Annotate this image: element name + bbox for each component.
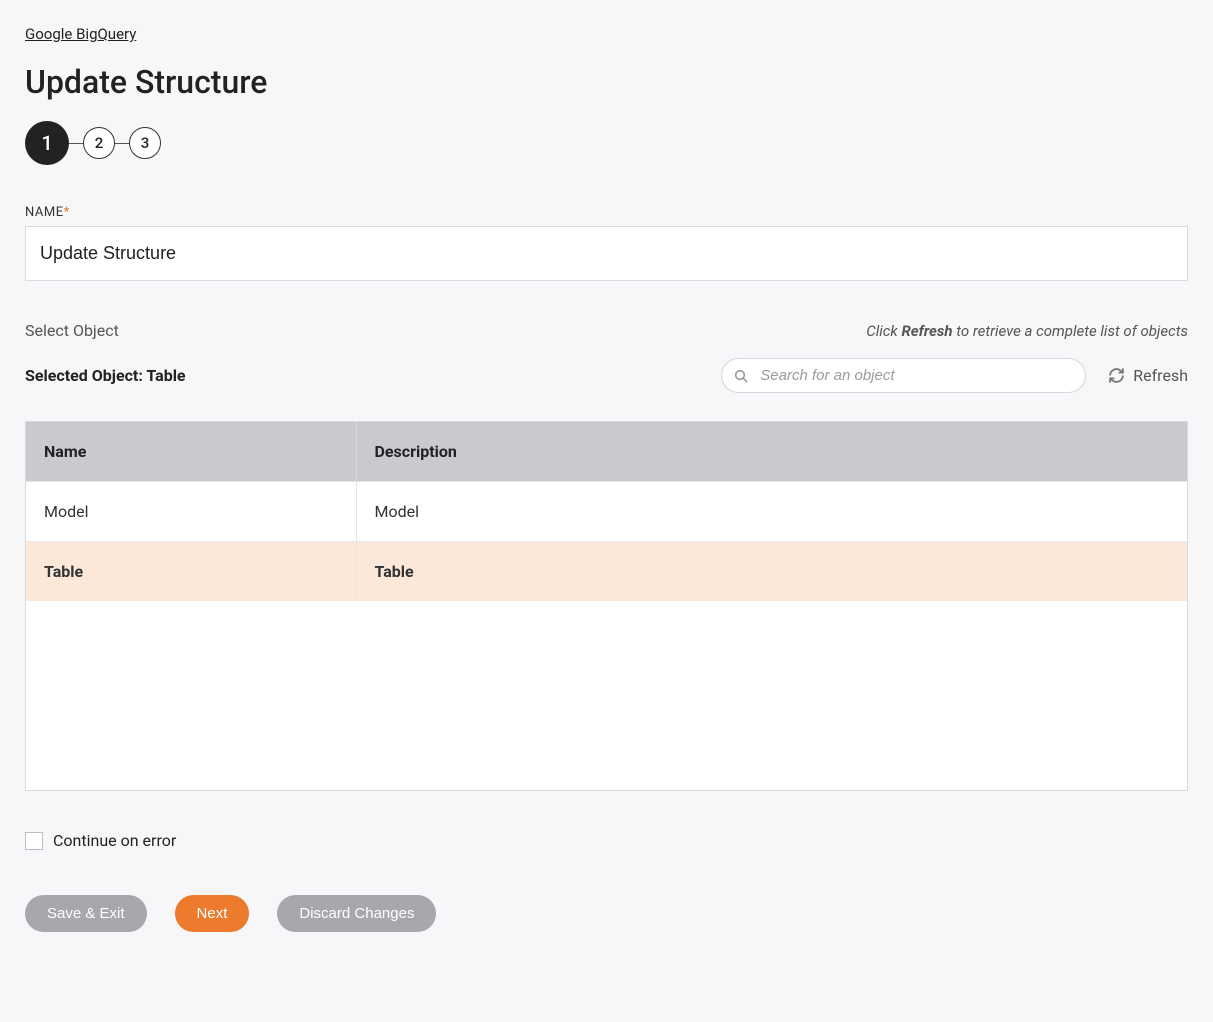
refresh-icon	[1108, 367, 1125, 384]
name-input[interactable]	[25, 226, 1188, 281]
discard-changes-button[interactable]: Discard Changes	[277, 895, 436, 932]
step-1[interactable]: 1	[25, 121, 69, 165]
continue-on-error-label: Continue on error	[53, 831, 176, 850]
save-exit-button[interactable]: Save & Exit	[25, 895, 147, 932]
table-cell-description: Model	[356, 482, 1187, 542]
table-cell-description: Table	[356, 542, 1187, 602]
search-input[interactable]	[721, 358, 1086, 393]
breadcrumb-link[interactable]: Google BigQuery	[25, 25, 136, 43]
name-field-label: NAME*	[25, 205, 1188, 220]
table-header-description[interactable]: Description	[356, 422, 1187, 482]
table-cell-name: Table	[26, 542, 356, 602]
selected-object-label: Selected Object: Table	[25, 366, 186, 385]
select-object-label: Select Object	[25, 321, 119, 340]
search-icon	[733, 368, 749, 384]
stepper: 1 2 3	[25, 121, 1188, 165]
step-connector	[69, 143, 83, 144]
object-table: Name Description Model Model Table Table	[25, 421, 1188, 791]
step-3[interactable]: 3	[129, 127, 161, 159]
table-row[interactable]: Table Table	[26, 542, 1187, 602]
step-connector	[115, 143, 129, 144]
continue-on-error-checkbox[interactable]	[25, 832, 43, 850]
table-cell-name: Model	[26, 482, 356, 542]
page-title: Update Structure	[25, 63, 1188, 101]
refresh-label: Refresh	[1133, 366, 1188, 385]
step-2[interactable]: 2	[83, 127, 115, 159]
table-row[interactable]: Model Model	[26, 482, 1187, 542]
table-header-name[interactable]: Name	[26, 422, 356, 482]
next-button[interactable]: Next	[175, 895, 250, 932]
refresh-hint: Click Refresh to retrieve a complete lis…	[866, 322, 1188, 340]
refresh-button[interactable]: Refresh	[1108, 366, 1188, 385]
required-asterisk: *	[64, 205, 70, 220]
